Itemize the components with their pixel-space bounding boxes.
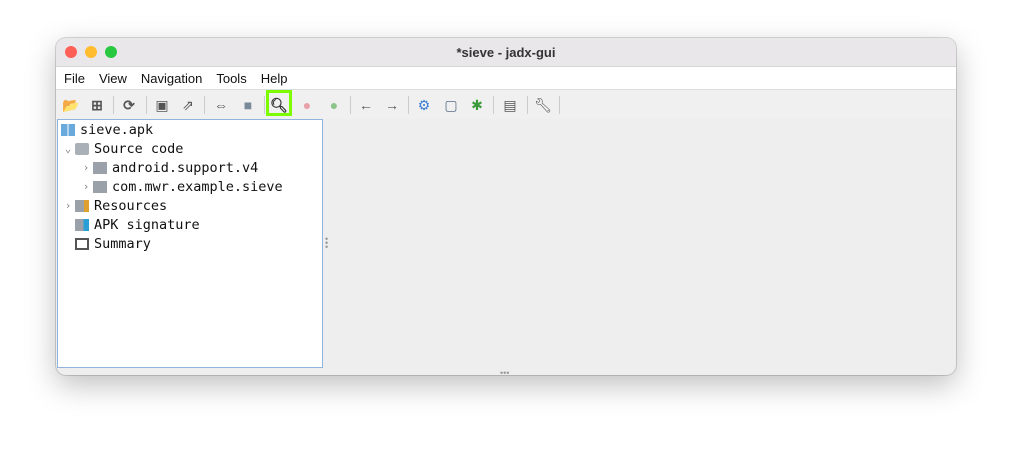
- bottom-divider[interactable]: •••: [500, 368, 509, 375]
- menu-navigation[interactable]: Navigation: [141, 71, 202, 86]
- tree-label: sieve.apk: [80, 121, 154, 138]
- chevron-right-icon[interactable]: ›: [61, 199, 75, 212]
- add-files-icon[interactable]: ⊞: [86, 94, 108, 116]
- tree-item-apk-signature[interactable]: APK signature: [75, 215, 200, 234]
- split-pane-divider[interactable]: • • •: [325, 235, 328, 252]
- tree-item-package[interactable]: › android.support.v4: [79, 158, 259, 177]
- tree-item-root[interactable]: sieve.apk: [61, 120, 153, 139]
- tree-label: com.mwr.example.sieve: [112, 178, 283, 195]
- certificate-icon: [75, 218, 89, 231]
- folder-icon: [93, 180, 107, 193]
- window-title: *sieve - jadx-gui: [456, 45, 556, 60]
- find-usage-icon[interactable]: ●: [296, 94, 318, 116]
- project-tree: sieve.apk ⌄ Source code › android.suppor…: [57, 119, 323, 368]
- menu-help[interactable]: Help: [261, 71, 288, 86]
- tree-item-source-code[interactable]: ⌄ Source code: [61, 139, 184, 158]
- log-viewer-icon[interactable]: ▢: [440, 94, 462, 116]
- settings-wrench-icon[interactable]: 🔧︎: [532, 94, 554, 116]
- resources-folder-icon: [75, 199, 89, 212]
- deobfuscation-icon[interactable]: ⚙: [413, 94, 435, 116]
- tree-label: Summary: [94, 235, 151, 252]
- preferences-log-icon[interactable]: ▤: [499, 94, 521, 116]
- app-window: *sieve - jadx-gui File View Navigation T…: [56, 38, 956, 375]
- sync-editor-icon[interactable]: ⇔: [210, 94, 232, 116]
- folder-icon: [93, 161, 107, 174]
- tree-item-resources[interactable]: › Resources: [61, 196, 167, 215]
- search-icon[interactable]: 🔍︎: [268, 94, 290, 116]
- menu-bar: File View Navigation Tools Help: [56, 67, 956, 90]
- back-icon[interactable]: ←: [355, 94, 377, 116]
- chevron-right-icon[interactable]: ›: [79, 180, 93, 193]
- sync-icon[interactable]: ⟳: [118, 94, 140, 116]
- open-file-icon[interactable]: 📂: [60, 94, 82, 116]
- forward-icon[interactable]: →: [381, 94, 403, 116]
- tree-label: android.support.v4: [112, 159, 259, 176]
- menu-file[interactable]: File: [64, 71, 85, 86]
- debugger-icon[interactable]: ✱: [466, 94, 488, 116]
- export-icon[interactable]: ⇗: [177, 94, 199, 116]
- chevron-right-icon[interactable]: ›: [79, 161, 93, 174]
- save-all-icon[interactable]: ▣: [151, 94, 173, 116]
- package-cube-icon: [75, 142, 89, 155]
- flatten-packages-icon[interactable]: ■: [237, 94, 259, 116]
- menu-tools[interactable]: Tools: [216, 71, 246, 86]
- tree-label: Resources: [94, 197, 168, 214]
- summary-icon: [75, 237, 89, 250]
- find-class-icon[interactable]: ●: [323, 94, 345, 116]
- tree-label: APK signature: [94, 216, 200, 233]
- apk-icon: [61, 123, 75, 136]
- chevron-down-icon[interactable]: ⌄: [61, 142, 75, 155]
- tree-item-package[interactable]: › com.mwr.example.sieve: [79, 177, 283, 196]
- title-bar: *sieve - jadx-gui: [56, 38, 956, 67]
- menu-view[interactable]: View: [99, 71, 127, 86]
- tree-item-summary[interactable]: Summary: [75, 234, 151, 253]
- tree-label: Source code: [94, 140, 184, 157]
- toolbar: 📂 ⊞ ⟳ ▣ ⇗ ⇔ ■ 🔍︎ ● ● ← → ⚙ ▢ ✱ ▤ 🔧︎: [56, 90, 956, 119]
